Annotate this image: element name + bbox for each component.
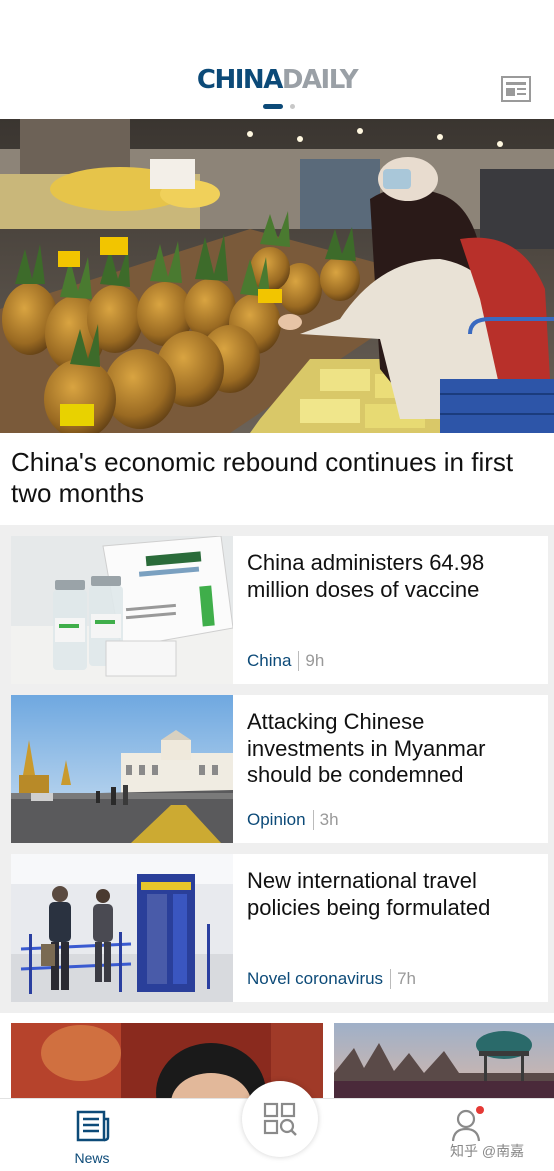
article-time: 9h — [305, 651, 325, 670]
article-thumbnail — [11, 854, 233, 1002]
carousel-dot — [290, 104, 295, 109]
article-thumbnail — [11, 536, 233, 684]
article-meta: Opinion 3h — [247, 810, 339, 830]
article-title: New international travel policies being … — [247, 868, 491, 920]
article-thumbnail — [11, 695, 233, 843]
newspaper-icon[interactable] — [501, 76, 531, 102]
hero-headline-card[interactable]: China's economic rebound continues in fi… — [0, 433, 554, 525]
tab-news-label: News — [74, 1150, 110, 1166]
scan-button[interactable] — [242, 1081, 318, 1157]
news-icon — [76, 1110, 110, 1142]
article-category[interactable]: China — [247, 651, 291, 670]
bottom-tab-bar: News 知乎 @南嘉 — [0, 1081, 554, 1171]
article-card[interactable]: Attacking Chinese investments in Myanmar… — [11, 695, 548, 843]
article-title: Attacking Chinese investments in Myanmar… — [247, 709, 486, 787]
meta-divider — [390, 969, 392, 989]
strip-thumbnail[interactable] — [334, 1023, 554, 1103]
app-root: CHINADAILY China's economic rebound cont… — [0, 0, 554, 1171]
article-category[interactable]: Novel coronavirus — [247, 969, 383, 988]
article-meta: China 9h — [247, 651, 324, 671]
china-daily-logo: CHINADAILY — [196, 65, 359, 95]
grid-scan-icon — [263, 1102, 297, 1136]
header: CHINADAILY — [0, 0, 554, 119]
article-category[interactable]: Opinion — [247, 810, 306, 829]
user-icon[interactable] — [450, 1105, 490, 1145]
tab-news[interactable]: News — [62, 1107, 122, 1167]
article-card[interactable]: China administers 64.98 million doses of… — [11, 536, 548, 684]
article-title: China administers 64.98 million doses of… — [247, 550, 485, 602]
meta-divider — [312, 810, 314, 830]
article-time: 7h — [397, 969, 416, 988]
hero-headline: China's economic rebound continues in fi… — [11, 447, 514, 508]
meta-divider — [298, 651, 300, 671]
watermark: 知乎 @南嘉 — [450, 1143, 525, 1159]
article-time: 3h — [319, 810, 339, 829]
article-meta: Novel coronavirus 7h — [247, 969, 416, 989]
hero-image[interactable] — [0, 119, 554, 433]
carousel-dot-active — [263, 104, 283, 109]
article-card[interactable]: New international travel policies being … — [11, 854, 548, 1002]
